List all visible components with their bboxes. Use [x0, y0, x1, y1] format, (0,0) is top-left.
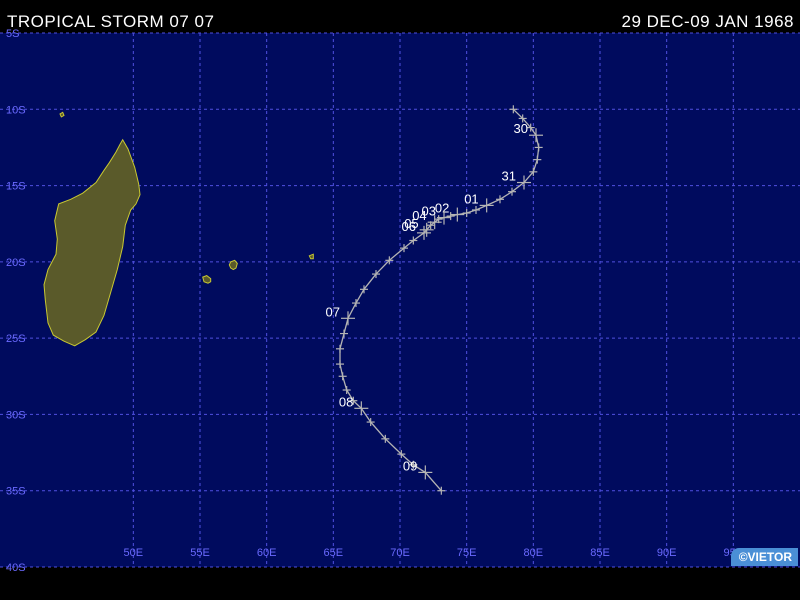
- day-label: 02: [435, 201, 449, 216]
- lon-label: 80E: [524, 547, 544, 559]
- vietor-logo: ©VIETOR: [730, 548, 798, 566]
- day-label: 08: [339, 394, 353, 409]
- lon-label: 65E: [324, 547, 344, 559]
- lat-label: 10S: [6, 104, 26, 116]
- lon-label: 60E: [257, 547, 277, 559]
- lat-label: 40S: [6, 562, 26, 574]
- lon-label: 70E: [390, 547, 410, 559]
- day-label: 09: [403, 458, 417, 473]
- storm-title: TROPICAL STORM 07 07: [7, 12, 215, 31]
- lon-label: 50E: [124, 547, 144, 559]
- storm-date-range: 29 DEC-09 JAN 1968: [621, 12, 794, 31]
- day-label: 01: [464, 191, 478, 206]
- lon-label: 85E: [590, 547, 610, 559]
- lon-label: 55E: [190, 547, 210, 559]
- day-label: 30: [514, 121, 528, 136]
- lat-label: 35S: [6, 486, 26, 498]
- land-mauritius: [228, 259, 238, 271]
- day-label: 07: [326, 304, 340, 319]
- lat-label: 30S: [6, 409, 26, 421]
- day-label: 06: [402, 219, 416, 234]
- lat-label: 20S: [6, 257, 26, 269]
- lon-label: 75E: [457, 547, 477, 559]
- lon-label: 90E: [657, 547, 677, 559]
- lat-label: 25S: [6, 333, 26, 345]
- storm-track-map: 50E55E60E65E70E75E80E85E90E95E5S10S15S20…: [0, 28, 800, 574]
- lat-label: 15S: [6, 181, 26, 193]
- land-islet-a: [59, 111, 65, 118]
- day-label: 31: [502, 169, 516, 184]
